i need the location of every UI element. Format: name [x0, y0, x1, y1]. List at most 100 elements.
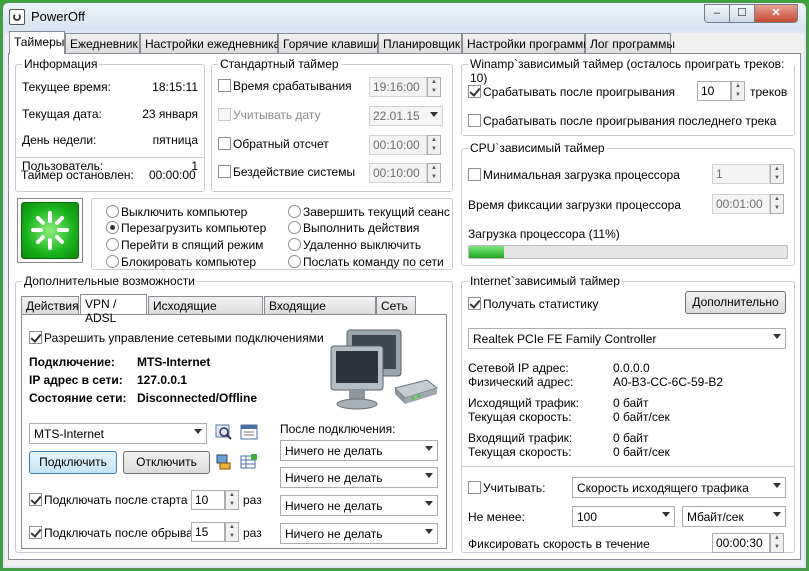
trigger-time-label: Время срабатывания [233, 79, 352, 93]
adapter-select[interactable]: Realtek PCIe FE Family Controller [468, 328, 786, 349]
connect-on-break-checkbox[interactable] [29, 526, 42, 539]
winamp-after-last-checkbox[interactable] [468, 114, 481, 127]
app-power-icon [9, 9, 25, 25]
winamp-after-checkbox[interactable] [468, 85, 481, 98]
fix-speed-label: Фиксировать скорость в течение [468, 537, 650, 551]
minimize-button[interactable]: – [704, 4, 730, 23]
connect-on-start-count[interactable]: 10 [191, 490, 225, 510]
use-date-checkbox[interactable] [218, 108, 231, 121]
connection-properties-icon[interactable] [240, 423, 258, 441]
fix-speed-spinner[interactable]: ▲ ▼ [770, 533, 784, 553]
idle-spinner[interactable]: ▲ ▼ [427, 163, 441, 183]
tab-timers[interactable]: Таймеры [9, 31, 65, 54]
connection-select[interactable]: MTS-Internet [29, 423, 207, 444]
radio-shutdown[interactable] [106, 205, 119, 218]
extra-legend: Дополнительные возможности [22, 274, 197, 288]
time-label: Текущее время: [22, 80, 111, 94]
cpu-min-load-spinner[interactable]: ▲ ▼ [770, 164, 784, 184]
connect-on-start-spinner[interactable]: ▲ ▼ [225, 490, 239, 510]
net-ip-label: Сетевой IP адрес: [468, 361, 569, 375]
after-connect-select-2[interactable]: Ничего не делать [280, 467, 438, 488]
cpu-min-load-input[interactable]: 1 [712, 164, 770, 184]
cpu-fix-time-input[interactable]: 00:01:00 [712, 194, 770, 214]
radio-lock[interactable] [106, 255, 119, 268]
connect-button[interactable]: Подключить [29, 451, 117, 474]
radio-sleep-label: Перейти в спящий режим [121, 238, 264, 252]
radio-net-command[interactable] [288, 255, 301, 268]
trigger-time-checkbox[interactable] [218, 79, 231, 92]
countdown-spinner[interactable]: ▲ ▼ [427, 135, 441, 155]
in-traffic-label: Входящий трафик: [468, 431, 573, 445]
in-traffic-value: 0 байт [613, 431, 649, 445]
allow-net-control-checkbox[interactable] [29, 331, 42, 344]
countdown-input[interactable]: 00:10:00 [369, 135, 427, 155]
connect-on-break-unit: раз [243, 526, 262, 540]
subtab-incoming[interactable]: Входящие команды [264, 296, 376, 327]
not-less-select[interactable]: 100 [572, 506, 675, 527]
trigger-time-spinner[interactable]: ▲ ▼ [427, 77, 441, 97]
power-action-frame [17, 198, 83, 263]
radio-sleep[interactable] [106, 238, 119, 251]
consider-select[interactable]: Скорость исходящего трафика [572, 477, 786, 498]
after-connect-select-3[interactable]: Ничего не делать [280, 495, 438, 516]
date-value: 23 января [142, 107, 198, 121]
cpu-load-label: Загрузка процессора (11%) [468, 227, 620, 241]
get-stats-checkbox[interactable] [468, 297, 481, 310]
tab-scheduler[interactable]: Планировщик [378, 33, 462, 53]
consider-checkbox[interactable] [468, 481, 481, 494]
power-button-icon[interactable] [21, 202, 79, 259]
find-connection-icon[interactable] [215, 423, 233, 441]
disconnect-button[interactable]: Отключить [123, 451, 210, 474]
advanced-button[interactable]: Дополнительно [685, 291, 786, 314]
subtab-network[interactable]: Сеть [376, 296, 416, 314]
net-state-label: Состояние сети: [29, 391, 127, 405]
close-button[interactable]: ✕ [754, 4, 798, 23]
after-connect-select-1[interactable]: Ничего не делать [280, 440, 438, 461]
countdown-checkbox[interactable] [218, 137, 231, 150]
tab-planner[interactable]: Ежедневник [65, 33, 140, 53]
radio-logoff[interactable] [288, 205, 301, 218]
cpu-legend: CPU`зависимый таймер [468, 141, 607, 155]
winamp-track-spinner[interactable]: ▲ ▼ [731, 81, 745, 101]
radio-run-actions-label: Выполнить действия [303, 221, 420, 235]
winamp-after-last-label: Срабатывать после проигрывания последнег… [483, 114, 777, 128]
connect-on-start-checkbox[interactable] [29, 493, 42, 506]
out-speed-value: 0 байт/сек [613, 410, 670, 424]
trigger-time-input[interactable]: 19:16:00 [369, 77, 427, 97]
winamp-after-label: Срабатывать после проигрывания [483, 85, 676, 99]
unit-select[interactable]: Мбайт/сек [682, 506, 786, 527]
window-title: PowerOff [31, 9, 85, 24]
subtab-outgoing[interactable]: Исходящие команды [148, 296, 263, 327]
tab-program-settings[interactable]: Настройки программы [462, 33, 592, 53]
ip-value: 127.0.0.1 [137, 373, 188, 387]
connect-on-break-count[interactable]: 15 [191, 522, 225, 542]
tab-planner-settings[interactable]: Настройки ежедневника [140, 33, 280, 53]
allow-net-control-label: Разрешить управление сетевыми подключени… [44, 331, 324, 345]
connect-on-break-spinner[interactable]: ▲ ▼ [225, 522, 239, 542]
radio-shutdown-label: Выключить компьютер [121, 205, 248, 219]
radio-reboot[interactable] [106, 221, 119, 234]
cpu-min-load-checkbox[interactable] [468, 168, 481, 181]
radio-remote-shutdown[interactable] [288, 238, 301, 251]
use-date-picker[interactable]: 22.01.15 [369, 106, 443, 126]
tab-program-log[interactable]: Лог программы [585, 33, 675, 53]
connect-on-start-label: Подключать после старта [44, 493, 188, 507]
radio-run-actions[interactable] [288, 221, 301, 234]
subtab-actions[interactable]: Действия [21, 296, 79, 314]
title-bar[interactable]: PowerOff – ☐ ✕ [3, 3, 806, 31]
idle-input[interactable]: 00:10:00 [369, 163, 427, 183]
radio-lock-label: Блокировать компьютер [121, 255, 257, 269]
subtab-vpn[interactable]: VPN / ADSL [80, 294, 147, 325]
winamp-track-count[interactable]: 10 [697, 81, 731, 101]
network-grid-icon[interactable] [240, 453, 258, 471]
maximize-button[interactable]: ☐ [729, 4, 755, 23]
tab-hotkeys[interactable]: Горячие клавиши [278, 33, 380, 53]
after-connect-select-4[interactable]: Ничего не делать [280, 523, 438, 544]
cpu-fix-time-spinner[interactable]: ▲ ▼ [770, 194, 784, 214]
fix-speed-input[interactable]: 00:00:30 [712, 533, 770, 553]
net-state-value: Disconnected/Offline [137, 391, 258, 405]
network-computers-icon [325, 326, 441, 414]
timer-stopped-label: Таймер остановлен: [21, 168, 134, 182]
idle-checkbox[interactable] [218, 165, 231, 178]
network-add-icon[interactable] [215, 453, 233, 471]
